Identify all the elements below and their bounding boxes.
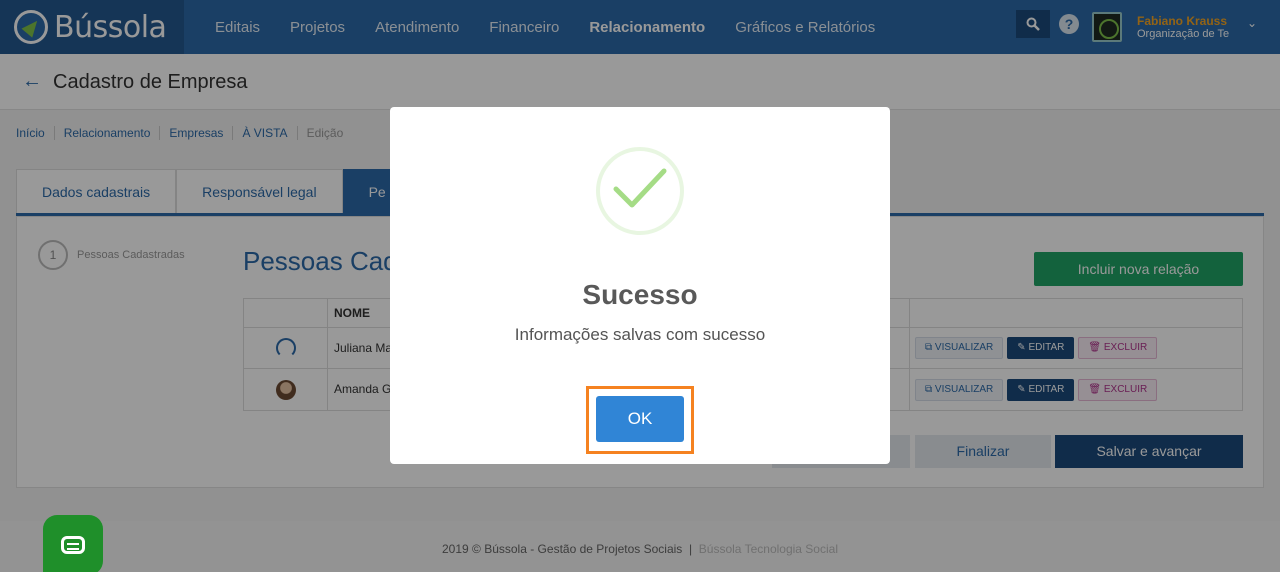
checkmark-icon [613,168,667,208]
dialog-title: Sucesso [582,279,698,310]
success-dialog: Sucesso Informações salvas com sucesso O… [390,107,890,464]
ok-button[interactable]: OK [596,396,684,442]
chat-icon [61,536,85,554]
chat-button[interactable] [43,515,103,572]
dialog-message: Informações salvas com sucesso [514,325,766,344]
